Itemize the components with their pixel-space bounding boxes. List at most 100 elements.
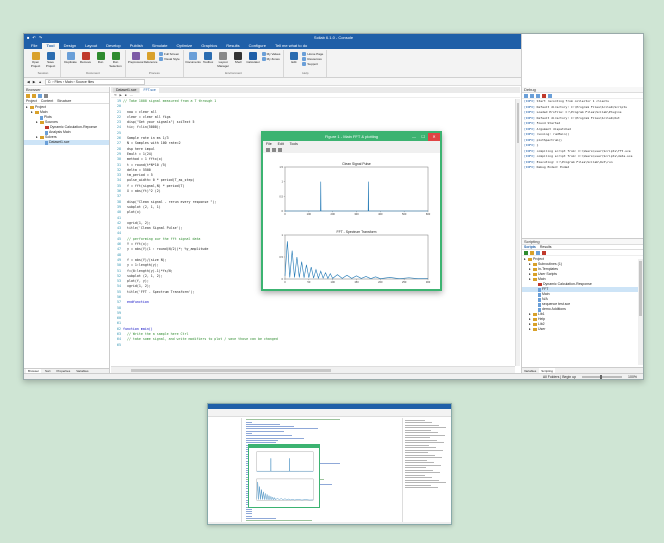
tab-layout[interactable]: Layout xyxy=(81,43,101,49)
scripting-scrollbar[interactable] xyxy=(638,259,643,365)
folder-icon[interactable] xyxy=(530,250,534,255)
preprocess-button[interactable]: Preprocess xyxy=(128,50,143,65)
expand-icon[interactable]: ▸ xyxy=(26,105,29,110)
support-button[interactable]: Support xyxy=(302,62,323,66)
edit-button[interactable]: Edit xyxy=(287,50,300,65)
figure-menu-tools[interactable]: Tools xyxy=(290,141,298,147)
figure-maximize-button[interactable]: ☐ xyxy=(421,133,425,141)
home-page-button[interactable]: Home Page xyxy=(302,52,323,56)
log-message: plotSpectrum() xyxy=(536,137,562,142)
expand-icon[interactable]: ▸ xyxy=(529,277,532,282)
new-folder-icon[interactable] xyxy=(26,94,30,98)
layout-manager-button[interactable]: Layout Manager xyxy=(217,50,230,68)
expand-icon[interactable]: ▸ xyxy=(36,135,39,140)
stop-icon[interactable] xyxy=(542,93,546,98)
tab-structure[interactable]: Structure xyxy=(57,99,71,103)
my-values-button[interactable]: My Values xyxy=(261,52,280,56)
new-script-icon[interactable] xyxy=(524,250,528,255)
save-project-button[interactable]: Save Project xyxy=(44,50,57,68)
log-line: [INFO] Debug Ended: Ended xyxy=(524,165,643,171)
figure-minimize-button[interactable]: — xyxy=(412,133,416,141)
up-icon[interactable]: ▲ xyxy=(38,80,41,84)
filter-icon[interactable] xyxy=(44,94,48,98)
run-selection-button[interactable]: Run Selection xyxy=(109,50,122,68)
zoom-icon[interactable] xyxy=(266,148,270,152)
zoom-slider[interactable] xyxy=(582,374,623,379)
editor-horizontal-scrollbar[interactable] xyxy=(111,366,515,373)
calculator-button[interactable]: Calculator xyxy=(246,50,260,65)
save-log-icon[interactable] xyxy=(548,93,552,98)
thumbnail-preview[interactable] xyxy=(207,403,452,525)
clear-icon[interactable] xyxy=(524,93,528,98)
tab-optimize[interactable]: Optimize xyxy=(172,43,196,49)
tab-results[interactable]: Results xyxy=(540,245,552,249)
expand-icon[interactable]: ▸ xyxy=(36,120,39,125)
refresh-icon[interactable] xyxy=(38,94,42,98)
tab-results[interactable]: Results xyxy=(222,43,243,49)
delete-icon[interactable] xyxy=(542,250,546,255)
editor-tab-fft[interactable]: FFT.sce xyxy=(140,88,159,93)
pan-icon[interactable] xyxy=(272,148,276,152)
my-zones-button[interactable]: My Zones xyxy=(261,57,281,61)
thumbnail-code-line xyxy=(246,421,252,423)
reference-button[interactable]: Reference xyxy=(144,50,157,65)
resources-button[interactable]: Resources xyxy=(302,57,323,61)
tab-configure[interactable]: Configure xyxy=(245,43,270,49)
full-screen-button[interactable]: Full Screen xyxy=(159,52,180,56)
open-folder-icon[interactable] xyxy=(32,94,36,98)
pause-icon[interactable] xyxy=(536,93,540,98)
visual-style-button[interactable]: Visual Style xyxy=(159,57,180,61)
expand-icon[interactable]: ▸ xyxy=(31,110,34,115)
ribbon-group-label: Session xyxy=(37,71,49,75)
x-tick-label: 200 xyxy=(378,280,383,284)
folder-icon xyxy=(533,313,537,316)
figure-menu-file[interactable]: File xyxy=(266,141,272,147)
edit-icon[interactable] xyxy=(536,250,540,255)
tab-file[interactable]: File xyxy=(27,43,41,49)
folder-icon xyxy=(528,258,532,261)
tree-item-label: Dynamic Calculation-Response xyxy=(543,282,592,286)
remove-button[interactable]: Remove xyxy=(79,50,92,65)
stop-icon[interactable]: ■ xyxy=(125,93,127,97)
rotate-icon[interactable] xyxy=(278,148,282,152)
line-text: // take some signal, and write modifiers… xyxy=(123,337,278,342)
tree-item[interactable]: ▸ User xyxy=(522,327,643,332)
file-icon xyxy=(538,292,541,297)
documents-button[interactable]: Documents xyxy=(186,50,201,65)
open-project-button[interactable]: Open Project xyxy=(29,50,42,68)
figure-close-button[interactable]: ✕ xyxy=(428,133,440,141)
tab-project[interactable]: Project xyxy=(26,99,37,103)
tree-item[interactable]: Dataset1.sce xyxy=(24,140,109,145)
status-bar: All Folders | Begin up 100% xyxy=(24,373,643,379)
tab-publish[interactable]: Publish xyxy=(126,43,147,49)
tab-scripts[interactable]: Scripts xyxy=(524,245,536,249)
tab-tool[interactable]: Tool xyxy=(42,43,59,49)
thumbnail-code-line xyxy=(246,439,278,441)
more-icon[interactable]: ⋯ xyxy=(130,93,133,97)
copy-icon[interactable] xyxy=(530,93,534,98)
tab-design[interactable]: Design xyxy=(60,43,80,49)
ribbon-group-label: Help xyxy=(302,71,309,75)
tab-simulate[interactable]: Simulate xyxy=(148,43,172,49)
expand-icon[interactable]: ▸ xyxy=(529,327,532,332)
tab-content[interactable]: Content xyxy=(41,99,53,103)
thumbnail-code-line xyxy=(246,433,252,435)
editor-vertical-scrollbar[interactable] xyxy=(515,99,520,366)
tab-graphics[interactable]: Graphics xyxy=(197,43,221,49)
toolbox-button[interactable]: Toolbox xyxy=(202,50,215,65)
file-icon xyxy=(538,302,541,307)
figure-menu-edit[interactable]: Edit xyxy=(278,141,284,147)
run-button[interactable]: Run xyxy=(94,50,107,65)
expand-icon[interactable]: ▸ xyxy=(524,257,527,262)
reload-icon[interactable]: ⟲ xyxy=(114,93,117,97)
tab-develop[interactable]: Develop xyxy=(102,43,125,49)
run-icon[interactable]: ▶ xyxy=(120,93,122,97)
shell-button[interactable]: Shell xyxy=(232,50,245,65)
back-icon[interactable]: ◀ xyxy=(27,80,30,84)
path-field[interactable]: C: › Files › Main › Source files xyxy=(44,78,145,85)
tell-me-search[interactable]: Tell me what to do xyxy=(271,43,311,49)
duplicate-button[interactable]: Duplicate xyxy=(64,50,77,65)
forward-icon[interactable]: ▶ xyxy=(33,80,36,84)
thumbnail-right-line xyxy=(405,472,440,473)
thumbnail-right-line xyxy=(405,464,441,466)
